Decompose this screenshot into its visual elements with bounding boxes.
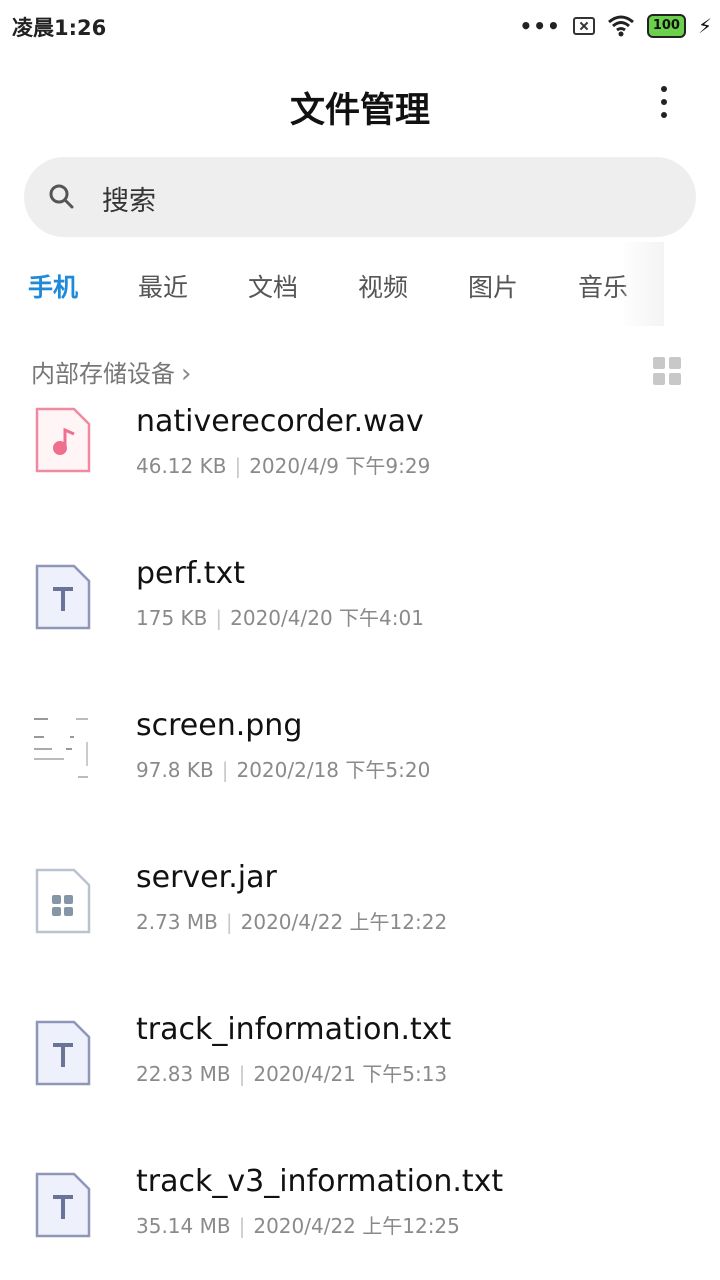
tabs-scroll-fade [624,242,664,326]
file-meta: 175 KB | 2020/4/20 下午4:01 [136,602,424,631]
status-icons: ••• 100 ⚡ [519,12,712,40]
grid-view-icon[interactable] [653,357,681,385]
list-item[interactable]: track_v3_information.txt 35.14 MB | 2020/4… [0,1146,720,1280]
search-bar[interactable]: 搜索 [24,157,696,237]
file-date: 2020/4/22 上午12:25 [253,1214,460,1238]
file-name: track_v3_information.txt [136,1164,504,1199]
meta-divider: | [215,606,223,630]
file-size: 97.8 KB [136,758,214,782]
list-item[interactable]: track_information.txt 22.83 MB | 2020/4/21… [0,994,720,1146]
tab-videos[interactable]: 视频 [358,268,408,304]
search-icon [49,184,74,209]
text-file-icon [35,1020,91,1086]
no-sim-icon [572,17,595,35]
tab-images[interactable]: 图片 [468,268,518,304]
file-meta: 97.8 KB | 2020/2/18 下午5:20 [136,754,430,783]
file-date: 2020/2/18 下午5:20 [236,758,431,782]
meta-divider: | [225,910,233,934]
more-notifications-icon: ••• [519,14,561,38]
tab-documents[interactable]: 文档 [248,268,298,304]
meta-divider: | [221,758,229,782]
list-item[interactable]: screen.png 97.8 KB | 2020/2/18 下午5:20 [0,690,720,842]
meta-divider: | [238,1214,246,1238]
file-list: nativerecorder.wav 46.12 KB | 2020/4/9 下午9… [0,396,720,1280]
search-input[interactable]: 搜索 [102,179,156,218]
status-bar: 凌晨1:26 ••• 100 ⚡ [0,0,720,52]
file-size: 2.73 MB [136,910,218,934]
file-name: nativerecorder.wav [136,404,424,439]
file-meta: 46.12 KB | 2020/4/9 下午9:29 [136,450,430,479]
text-file-icon [35,1172,91,1238]
chevron-right-icon: › [181,359,192,389]
file-size: 175 KB [136,606,208,630]
file-name: perf.txt [136,556,246,591]
breadcrumb[interactable]: 内部存储设备 › [31,354,191,389]
meta-divider: | [238,1062,246,1086]
file-name: screen.png [136,708,303,743]
list-item[interactable]: nativerecorder.wav 46.12 KB | 2020/4/9 下午9… [0,396,720,538]
tab-phone[interactable]: 手机 [28,268,78,304]
battery-icon: 100 [646,14,686,38]
music-file-icon [35,407,91,473]
image-thumbnail-icon [30,712,94,784]
text-file-icon [35,564,91,630]
file-size: 22.83 MB [136,1062,231,1086]
file-meta: 2.73 MB | 2020/4/22 上午12:22 [136,906,447,935]
file-date: 2020/4/9 下午9:29 [249,454,431,478]
page-title: 文件管理 [289,91,430,131]
file-date: 2020/4/22 上午12:22 [240,910,448,934]
archive-file-icon [35,868,91,934]
tab-recent[interactable]: 最近 [138,268,188,304]
file-size: 35.14 MB [136,1214,231,1238]
file-meta: 35.14 MB | 2020/4/22 上午12:25 [136,1210,460,1239]
file-name: track_information.txt [136,1012,452,1047]
more-options-icon[interactable] [658,86,670,122]
list-item[interactable]: perf.txt 175 KB | 2020/4/20 下午4:01 [0,538,720,690]
file-date: 2020/4/20 下午4:01 [230,606,424,630]
file-size: 46.12 KB [136,454,227,478]
file-meta: 22.83 MB | 2020/4/21 下午5:13 [136,1058,447,1087]
category-tabs: 手机 最近 文档 视频 图片 音乐 [0,268,720,312]
charging-icon: ⚡ [697,14,712,38]
status-time: 凌晨1:26 [12,16,107,40]
file-name: server.jar [136,860,277,895]
meta-divider: | [234,454,242,478]
tab-music[interactable]: 音乐 [578,268,628,304]
breadcrumb-label: 内部存储设备 [31,360,175,388]
wifi-icon [607,15,634,37]
list-item[interactable]: server.jar 2.73 MB | 2020/4/22 上午12:22 [0,842,720,994]
file-date: 2020/4/21 下午5:13 [253,1062,448,1086]
